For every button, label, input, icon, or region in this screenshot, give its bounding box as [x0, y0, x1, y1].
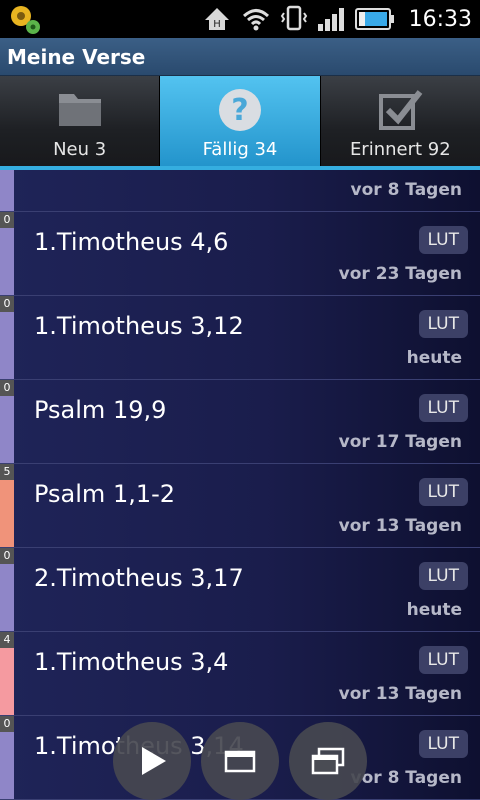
- status-bar: H 16:33: [0, 0, 480, 38]
- list-item[interactable]: vor 8 Tagen: [0, 170, 480, 212]
- tab-due-label: Fällig 34: [202, 139, 278, 160]
- review-count: 0: [0, 716, 14, 732]
- tab-due[interactable]: ? Fällig 34: [160, 76, 321, 166]
- translation-badge: LUT: [418, 394, 468, 422]
- review-count: 4: [0, 632, 14, 648]
- list-item[interactable]: 0 Psalm 19,9 LUT vor 17 Tagen: [0, 380, 480, 464]
- svg-text:?: ?: [231, 93, 248, 128]
- due-date: vor 13 Tagen: [338, 516, 462, 536]
- translation-badge: LUT: [418, 646, 468, 674]
- due-date: vor 8 Tagen: [350, 180, 463, 200]
- translation-badge: LUT: [418, 730, 468, 758]
- signal-icon: [317, 8, 344, 31]
- list-item[interactable]: 4 1.Timotheus 3,4 LUT vor 13 Tagen: [0, 632, 480, 716]
- due-date: vor 17 Tagen: [338, 432, 462, 452]
- review-count: 0: [0, 380, 14, 396]
- play-button[interactable]: [113, 722, 191, 800]
- review-count: 0: [0, 296, 14, 312]
- verse-reference: 1.Timotheus 3,4: [34, 648, 229, 676]
- tab-bar: Neu 3 ? Fällig 34 Erinnert 92: [0, 76, 480, 170]
- due-date: vor 23 Tagen: [338, 264, 462, 284]
- due-date: vor 8 Tagen: [350, 768, 463, 788]
- single-window-icon: [224, 750, 256, 773]
- tab-new[interactable]: Neu 3: [0, 76, 161, 166]
- question-icon: ?: [218, 89, 261, 131]
- folder-icon: [58, 94, 101, 126]
- due-date: vor 13 Tagen: [338, 684, 462, 704]
- battery-icon: [354, 8, 394, 30]
- verse-reference: 2.Timotheus 3,17: [34, 564, 244, 592]
- verse-reference: 1.Timotheus 3,12: [34, 312, 244, 340]
- list-item[interactable]: 0 1.Timotheus 3,12 LUT heute: [0, 296, 480, 380]
- play-icon: [142, 747, 166, 775]
- verse-list[interactable]: vor 8 Tagen 0 1.Timotheus 4,6 LUT vor 23…: [0, 170, 480, 800]
- wifi-icon: [242, 9, 269, 31]
- translation-badge: LUT: [418, 478, 468, 506]
- verse-reference: Psalm 1,1-2: [34, 480, 176, 508]
- translation-badge: LUT: [418, 310, 468, 338]
- vibrate-icon: [280, 5, 307, 31]
- list-item[interactable]: 0 1.Timotheus 4,6 LUT vor 23 Tagen: [0, 212, 480, 296]
- h-network-icon: H: [204, 8, 229, 30]
- app-settings-icon: [11, 6, 40, 34]
- list-item[interactable]: 0 2.Timotheus 3,17 LUT heute: [0, 548, 480, 632]
- translation-badge: LUT: [418, 562, 468, 590]
- tab-remembered[interactable]: Erinnert 92: [320, 76, 480, 166]
- single-window-button[interactable]: [201, 722, 279, 800]
- tab-remembered-label: Erinnert 92: [349, 139, 451, 160]
- review-count: 0: [0, 548, 14, 564]
- page-title: Meine Verse: [7, 45, 146, 69]
- tab-new-label: Neu 3: [53, 139, 107, 160]
- svg-text:H: H: [213, 19, 221, 30]
- clock-time: 16:33: [408, 6, 472, 32]
- verse-reference: 1.Timotheus 4,6: [34, 228, 229, 256]
- mastery-strip: [0, 170, 14, 211]
- due-date: heute: [406, 348, 462, 368]
- review-count: 5: [0, 464, 14, 480]
- title-bar: Meine Verse: [0, 38, 480, 76]
- checkbox-icon: [379, 90, 423, 130]
- list-item[interactable]: 5 Psalm 1,1-2 LUT vor 13 Tagen: [0, 464, 480, 548]
- review-count: 0: [0, 212, 14, 228]
- due-date: heute: [406, 600, 462, 620]
- verse-reference: Psalm 19,9: [34, 396, 167, 424]
- translation-badge: LUT: [418, 226, 468, 254]
- stacked-windows-button[interactable]: [289, 722, 367, 800]
- stacked-windows-icon: [311, 747, 345, 775]
